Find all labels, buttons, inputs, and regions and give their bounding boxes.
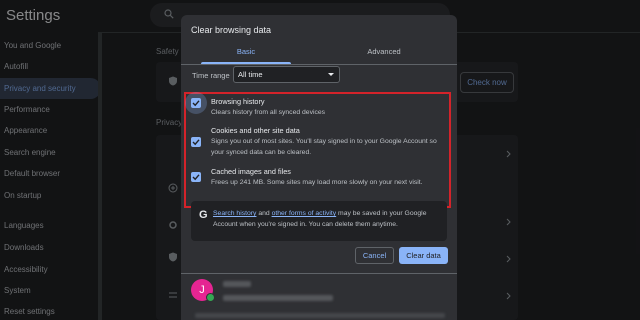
option-title: Browsing history bbox=[211, 97, 265, 106]
tab-divider bbox=[181, 64, 457, 65]
clear-data-button[interactable]: Clear data bbox=[399, 247, 448, 264]
account-email-redacted bbox=[223, 295, 333, 301]
sync-badge-icon bbox=[206, 293, 215, 302]
option-cached-images[interactable]: Cached images and files Frees up 241 MB.… bbox=[191, 167, 441, 189]
account-divider bbox=[181, 273, 457, 274]
time-range-label: Time range bbox=[192, 71, 230, 80]
option-description: Clears history from all synced devices bbox=[211, 109, 326, 116]
info-text: Search history and other forms of activi… bbox=[213, 210, 427, 228]
google-activity-info: G Search history and other forms of acti… bbox=[191, 201, 447, 241]
checkbox-checked-icon[interactable] bbox=[191, 172, 201, 182]
search-history-link[interactable]: Search history bbox=[213, 210, 256, 217]
dialog-title: Clear browsing data bbox=[191, 25, 272, 35]
time-range-value: All time bbox=[238, 70, 263, 79]
google-g-icon: G bbox=[199, 209, 208, 221]
tab-advanced[interactable]: Advanced bbox=[311, 41, 457, 63]
option-browsing-history[interactable]: Browsing history Clears history from all… bbox=[185, 92, 441, 119]
chevron-down-icon bbox=[328, 73, 334, 76]
account-name-redacted bbox=[223, 281, 251, 287]
checkbox-checked-icon[interactable] bbox=[191, 98, 201, 108]
footer-text-redacted bbox=[195, 313, 445, 318]
other-activity-link[interactable]: other forms of activity bbox=[272, 210, 337, 217]
option-cookies[interactable]: Cookies and other site data Signs you ou… bbox=[191, 126, 441, 160]
cancel-button[interactable]: Cancel bbox=[355, 247, 394, 264]
option-title: Cached images and files bbox=[211, 167, 291, 176]
option-description: Frees up 241 MB. Some sites may load mor… bbox=[211, 179, 423, 186]
time-range-select[interactable]: All time bbox=[233, 66, 340, 83]
tab-basic[interactable]: Basic bbox=[181, 41, 311, 63]
clear-browsing-data-dialog: Clear browsing data Basic Advanced Time … bbox=[181, 15, 457, 320]
option-description: Signs you out of most sites. You'll stay… bbox=[211, 138, 437, 156]
option-title: Cookies and other site data bbox=[211, 126, 300, 135]
checkbox-checked-icon[interactable] bbox=[191, 137, 201, 147]
